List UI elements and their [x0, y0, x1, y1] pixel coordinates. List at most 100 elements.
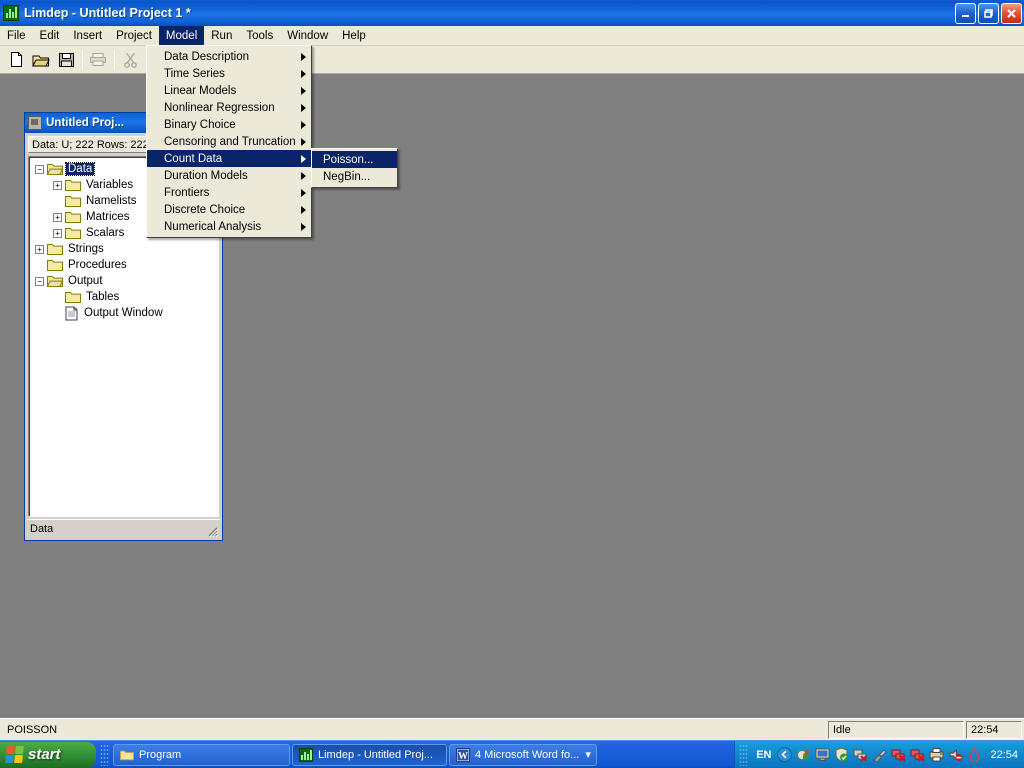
expander-icon[interactable]: − [35, 164, 44, 174]
display-icon[interactable] [815, 747, 830, 762]
project-status-text: Data [30, 523, 54, 535]
expander-icon [53, 197, 62, 206]
tree-item-label: Namelists [86, 195, 137, 207]
menu-item-binary-choice[interactable]: Binary Choice [147, 116, 311, 133]
submenu-arrow-icon [301, 103, 306, 112]
menu-insert[interactable]: Insert [66, 26, 109, 45]
network-disconnected-icon[interactable] [891, 747, 907, 762]
droplet-icon[interactable] [967, 747, 982, 762]
closed-folder-icon [65, 212, 81, 223]
media-icon[interactable] [796, 747, 811, 762]
menu-item-data-description[interactable]: Data Description [147, 48, 311, 65]
menu-edit[interactable]: Edit [33, 26, 67, 45]
menu-item-label: Binary Choice [164, 118, 236, 131]
expander-icon [53, 309, 62, 318]
task-button-program[interactable]: Program [113, 743, 290, 766]
status-time: 22:54 [966, 720, 1022, 739]
tray-grip[interactable] [739, 743, 749, 766]
menu-item-label: Censoring and Truncation [164, 135, 296, 148]
submenu-arrow-icon [301, 52, 306, 61]
tree-item-strings[interactable]: + Strings [29, 241, 218, 257]
show-hide-icon[interactable] [777, 747, 793, 762]
menu-item-label: Frontiers [164, 186, 210, 199]
menu-item-label: Count Data [164, 152, 223, 165]
chart-icon [3, 5, 19, 21]
submenu-item-label: NegBin... [323, 170, 371, 183]
menu-item-numerical-analysis[interactable]: Numerical Analysis [147, 218, 311, 235]
model-menu[interactable]: Data Description Time Series Linear Mode… [146, 45, 312, 238]
tray-clock[interactable]: 22:54 [990, 749, 1018, 761]
closed-folder-icon [65, 196, 81, 207]
tree-item-label: Output [68, 275, 103, 287]
network-error-icon[interactable] [853, 747, 868, 762]
printer-icon[interactable] [929, 747, 944, 762]
submenu-item-negbin[interactable]: NegBin... [312, 168, 397, 185]
menu-item-nonlinear-regression[interactable]: Nonlinear Regression [147, 99, 311, 116]
open-folder-icon [47, 276, 63, 287]
expander-icon[interactable]: + [53, 212, 62, 222]
submenu-arrow-icon [301, 222, 306, 231]
tree-item-label: Output Window [84, 307, 163, 319]
window-title: Limdep - Untitled Project 1 * [24, 6, 191, 20]
menu-file[interactable]: File [0, 26, 33, 45]
menu-item-frontiers[interactable]: Frontiers [147, 184, 311, 201]
submenu-item-poisson[interactable]: Poisson... [312, 151, 397, 168]
open-folder-icon [47, 164, 63, 175]
tree-item-tables[interactable]: Tables [29, 289, 218, 305]
print-icon[interactable] [86, 48, 110, 71]
tree-item-procedures[interactable]: Procedures [29, 257, 218, 273]
closed-folder-icon [65, 180, 81, 191]
chevron-down-icon[interactable]: ▾ [579, 748, 591, 761]
new-icon[interactable] [4, 48, 28, 71]
task-button-label: Program [139, 748, 182, 761]
menu-help[interactable]: Help [335, 26, 373, 45]
tree-item-label: Data [64, 162, 96, 176]
save-icon[interactable] [54, 48, 78, 71]
menu-model[interactable]: Model [158, 26, 205, 45]
count-data-submenu[interactable]: Poisson... NegBin... [311, 148, 398, 188]
status-bar: POISSON Idle 22:54 [0, 718, 1024, 740]
cut-icon[interactable] [118, 48, 142, 71]
menu-item-discrete-choice[interactable]: Discrete Choice [147, 201, 311, 218]
menu-project[interactable]: Project [109, 26, 159, 45]
tree-item-output-window[interactable]: Output Window [29, 305, 218, 321]
tree-item-label: Strings [68, 243, 104, 255]
minimize-button[interactable] [955, 2, 976, 24]
network-disconnected-2-icon[interactable] [910, 747, 926, 762]
menu-run[interactable]: Run [204, 26, 239, 45]
language-indicator[interactable]: EN [756, 749, 771, 761]
menu-tools[interactable]: Tools [239, 26, 280, 45]
task-button-word-group[interactable]: W 4 Microsoft Word fo... ▾ [449, 743, 597, 766]
restore-button[interactable] [978, 2, 999, 24]
svg-text:W: W [458, 751, 468, 762]
menu-item-label: Discrete Choice [164, 203, 246, 216]
expander-icon[interactable]: + [53, 228, 62, 238]
volume-mute-icon[interactable] [948, 747, 963, 762]
menu-window[interactable]: Window [280, 26, 335, 45]
submenu-arrow-icon [301, 69, 306, 78]
close-button[interactable] [1001, 2, 1022, 24]
resize-grip[interactable] [206, 525, 218, 537]
tree-item-label: Procedures [68, 259, 127, 271]
menu-item-time-series[interactable]: Time Series [147, 65, 311, 82]
menu-item-duration-models[interactable]: Duration Models [147, 167, 311, 184]
menu-item-linear-models[interactable]: Linear Models [147, 82, 311, 99]
taskbar-grip[interactable] [100, 743, 109, 766]
submenu-arrow-icon [301, 171, 306, 180]
menu-item-count-data[interactable]: Count Data [147, 150, 311, 167]
tree-item-label: Scalars [86, 227, 125, 239]
submenu-arrow-icon [301, 120, 306, 129]
menu-item-censoring-and-truncation[interactable]: Censoring and Truncation [147, 133, 311, 150]
submenu-arrow-icon [301, 205, 306, 214]
expander-icon[interactable]: + [35, 244, 44, 254]
plug-icon[interactable] [872, 747, 888, 762]
submenu-item-label: Poisson... [323, 153, 374, 166]
chart-icon [299, 747, 313, 762]
shield-check-icon[interactable] [834, 747, 849, 762]
expander-icon[interactable]: + [53, 180, 62, 190]
task-button-limdep[interactable]: Limdep - Untitled Proj... [292, 743, 447, 766]
open-icon[interactable] [29, 48, 53, 71]
tree-item-output[interactable]: − Output [29, 273, 218, 289]
start-button[interactable]: start [0, 741, 96, 768]
expander-icon[interactable]: − [35, 276, 44, 286]
